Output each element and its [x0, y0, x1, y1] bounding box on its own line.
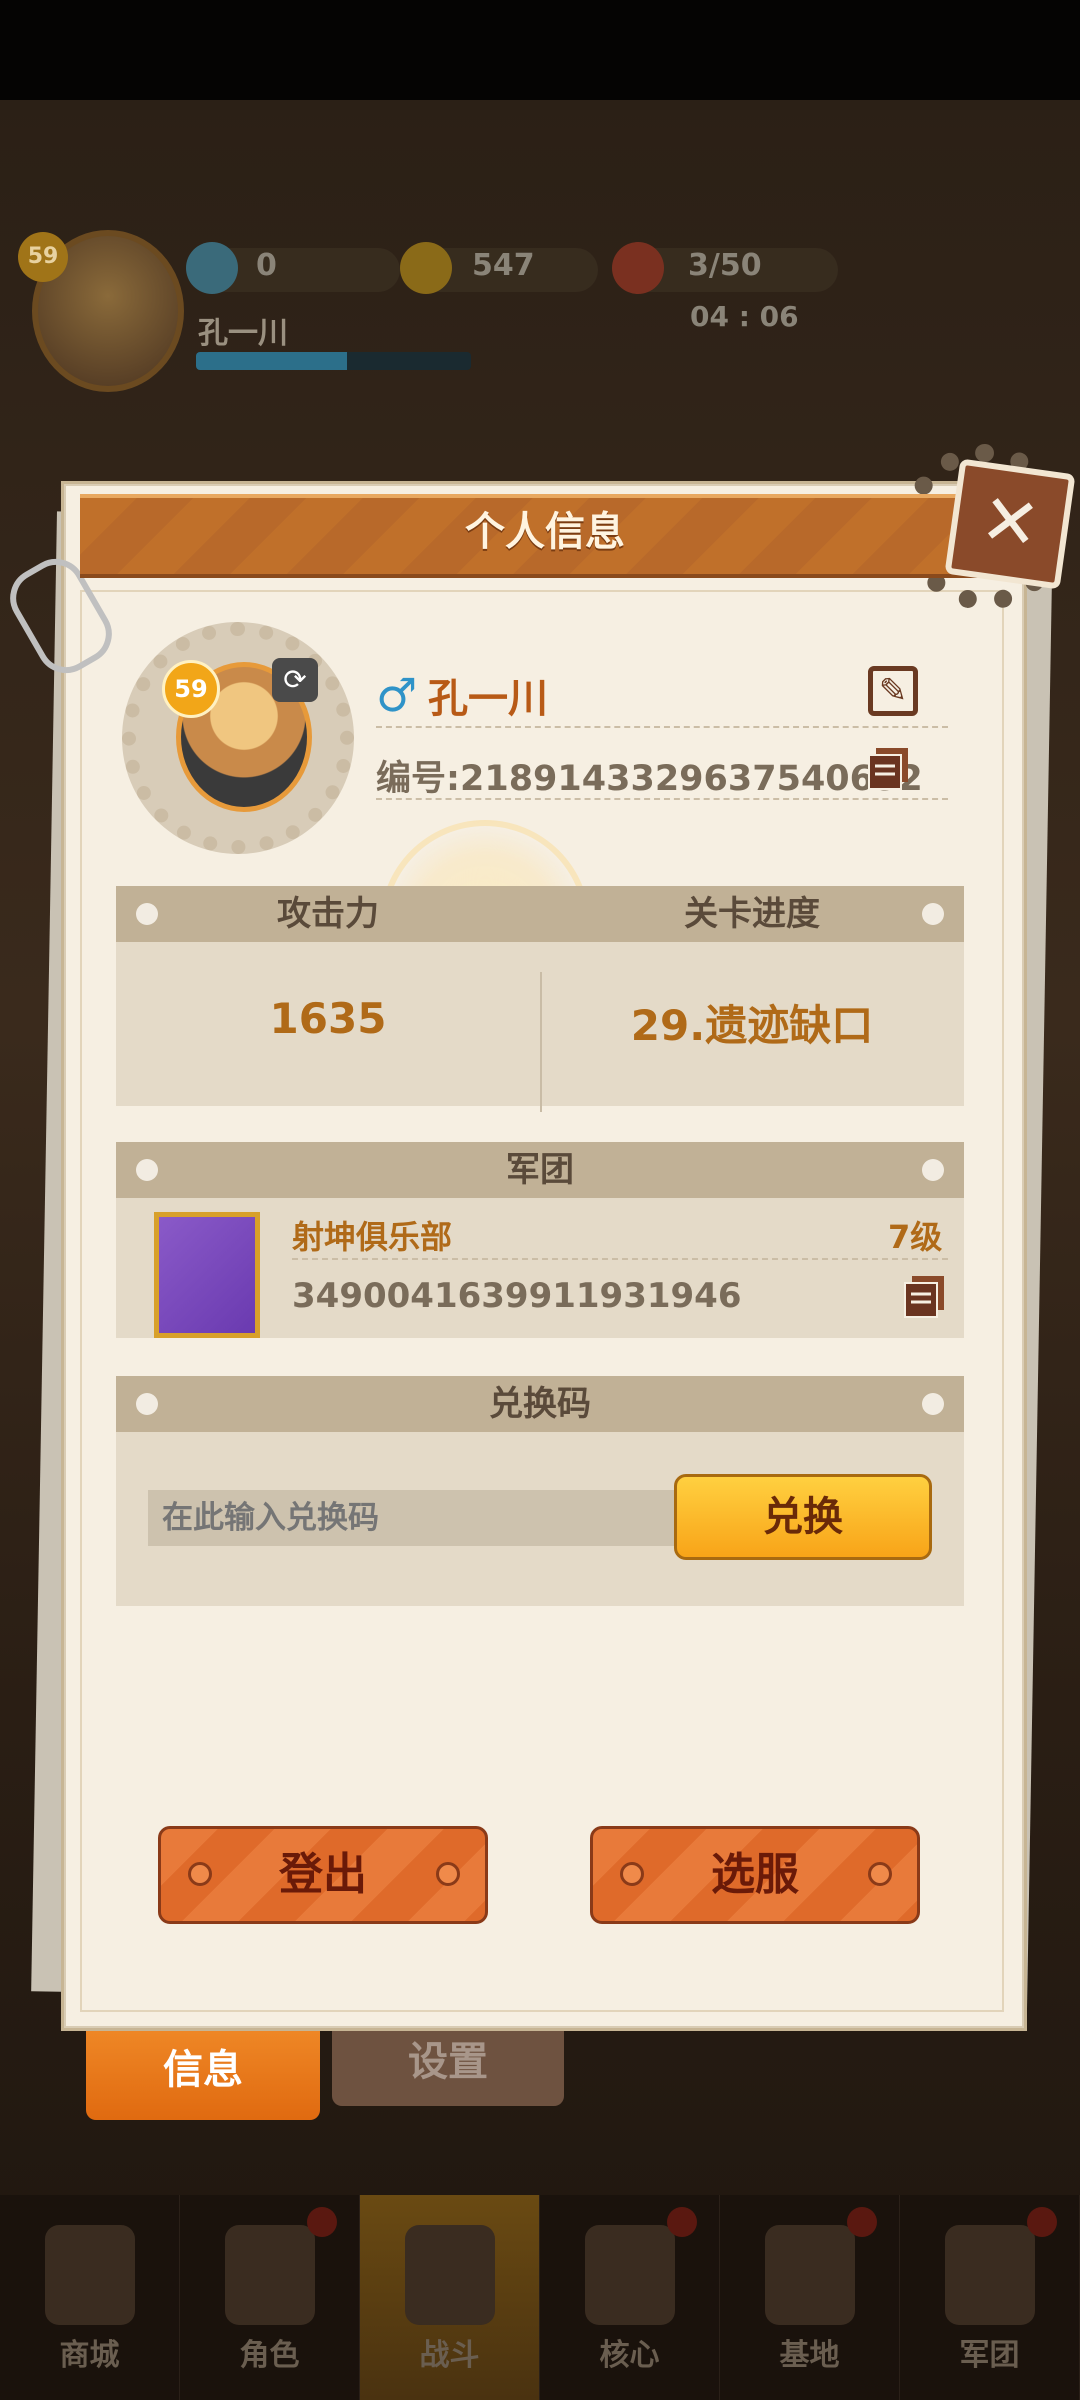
base-icon	[764, 2225, 855, 2325]
attack-value: 1635	[269, 994, 387, 1043]
tab-info[interactable]: 信息	[86, 2020, 320, 2120]
nav-label: 战斗	[419, 2338, 480, 2373]
pin-icon	[922, 1159, 944, 1181]
close-button[interactable]: ✕	[944, 458, 1076, 590]
notification-dot	[847, 2207, 877, 2237]
progress-label: 关卡进度	[684, 894, 820, 934]
character-icon	[224, 2225, 315, 2325]
guild-header-label: 军团	[506, 1150, 574, 1190]
nav-label: 军团	[959, 2338, 1020, 2373]
hud-player-name: 孔一川	[198, 316, 288, 351]
edit-name-icon[interactable]: ✎	[868, 666, 918, 716]
close-icon: ✕	[975, 477, 1046, 567]
nav-label: 核心	[599, 2338, 660, 2373]
hud-level-badge: 59	[18, 232, 68, 282]
hud-gems-value: 0	[256, 248, 277, 283]
copy-id-icon[interactable]	[866, 746, 912, 792]
notification-dot	[307, 2207, 337, 2237]
level-badge: 59	[162, 660, 220, 718]
divider	[292, 1258, 948, 1260]
hud-exp-bar	[196, 352, 471, 370]
guild-id: 3490041639911931946	[292, 1276, 742, 1316]
hud-exp-fill	[196, 352, 348, 370]
nav-item-shop[interactable]: 商城	[0, 2195, 180, 2400]
hud-stamina-timer: 04 : 06	[690, 300, 799, 333]
redeem-header-label: 兑换码	[489, 1384, 591, 1424]
notification-dot	[667, 2207, 697, 2237]
progress-value: 29.遗迹缺口	[630, 1001, 874, 1050]
hud-coins-value: 547	[472, 248, 535, 283]
legion-icon	[944, 2225, 1035, 2325]
nav-label: 角色	[239, 2338, 300, 2373]
guild-name: 射坤俱乐部	[292, 1218, 453, 1256]
copy-guild-id-icon[interactable]	[902, 1274, 948, 1320]
coin-icon[interactable]	[400, 242, 452, 294]
dialog-title: 个人信息	[465, 509, 625, 555]
stats-body: 1635 29.遗迹缺口	[116, 942, 964, 1112]
stats-header: 攻击力 关卡进度	[116, 886, 964, 942]
meat-icon[interactable]	[612, 242, 664, 294]
notification-dot	[1027, 2207, 1057, 2237]
core-icon	[584, 2225, 675, 2325]
pin-icon	[922, 1393, 944, 1415]
nav-item-base[interactable]: 基地	[720, 2195, 900, 2400]
nav-item-character[interactable]: 角色	[180, 2195, 360, 2400]
nav-item-legion[interactable]: 军团	[900, 2195, 1080, 2400]
redeem-header: 兑换码	[116, 1376, 964, 1432]
bolt-icon	[188, 1862, 212, 1886]
gem-icon[interactable]	[186, 242, 238, 294]
bolt-icon	[868, 1862, 892, 1886]
hud-stamina-value: 3/50	[688, 248, 762, 283]
guild-header: 军团	[116, 1142, 964, 1198]
pin-icon	[922, 903, 944, 925]
redeem-code-input[interactable]	[148, 1490, 678, 1546]
guild-level: 7级	[888, 1218, 943, 1256]
nav-item-battle[interactable]: 战斗	[360, 2195, 540, 2400]
redeem-button[interactable]: 兑换	[674, 1474, 932, 1560]
player-name: 孔一川	[428, 676, 548, 722]
divider	[376, 726, 948, 728]
swap-avatar-icon[interactable]: ⟳	[272, 658, 318, 702]
male-icon: ♂	[376, 668, 418, 722]
bottom-nav: 商城 角色 战斗 核心 基地 军团	[0, 2195, 1080, 2400]
shop-icon	[44, 2225, 135, 2325]
pistols-icon	[404, 2225, 495, 2325]
bolt-icon	[620, 1862, 644, 1886]
nav-label: 商城	[59, 2338, 120, 2373]
guild-emblem-icon	[154, 1212, 260, 1338]
attack-label: 攻击力	[277, 894, 379, 934]
nav-item-core[interactable]: 核心	[540, 2195, 720, 2400]
player-id: 编号:2189143329637540652	[376, 759, 923, 799]
bolt-icon	[436, 1862, 460, 1886]
nav-label: 基地	[779, 2338, 840, 2373]
top-black-band	[0, 0, 1080, 100]
tab-settings[interactable]: 设置	[332, 2018, 564, 2106]
divider	[376, 798, 948, 800]
